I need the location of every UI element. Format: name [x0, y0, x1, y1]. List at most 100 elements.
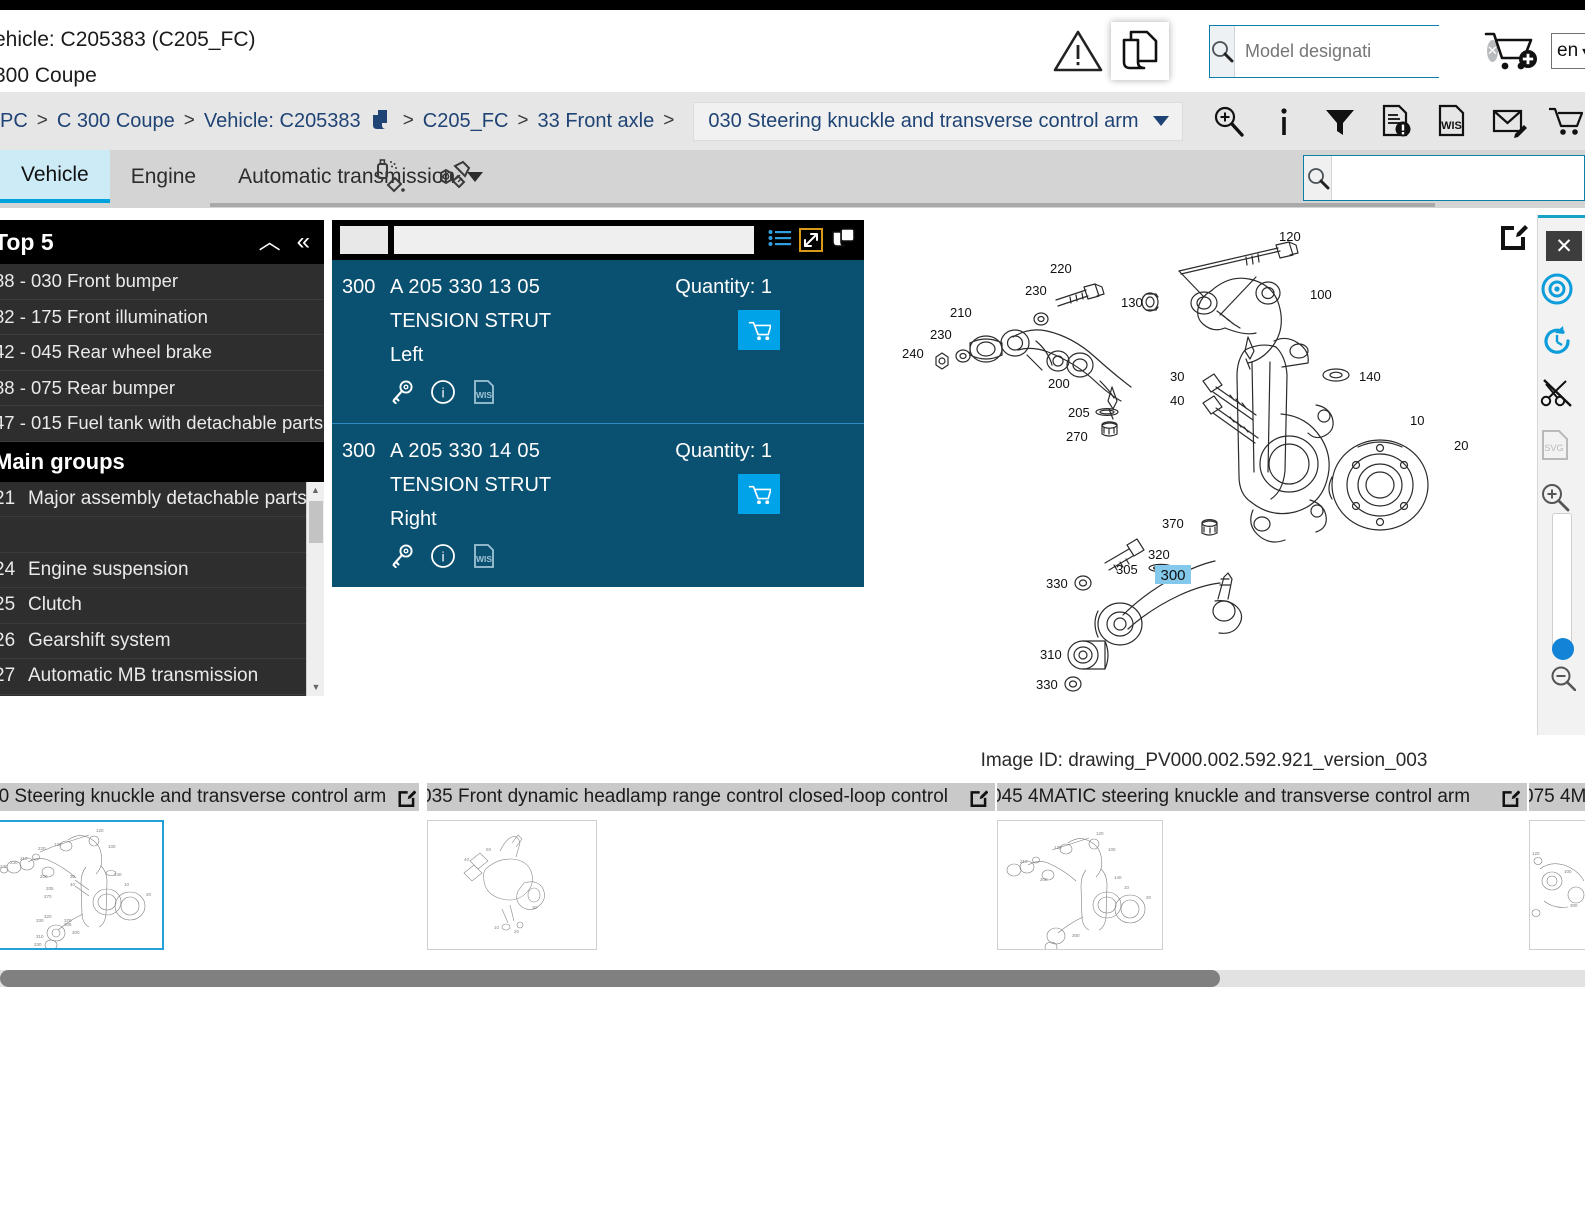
breadcrumb-item-series[interactable]: C205_FC — [423, 110, 509, 133]
warning-triangle-icon[interactable] — [1051, 24, 1105, 78]
target-icon[interactable] — [1538, 263, 1585, 315]
scrollbar-thumb[interactable] — [309, 500, 323, 543]
breadcrumb-item-pc[interactable]: PC — [0, 110, 28, 133]
svg-text:30: 30 — [532, 905, 538, 910]
info-icon[interactable] — [1267, 104, 1301, 138]
breadcrumb-item-model[interactable]: C 300 Coupe — [57, 110, 175, 133]
thumbnail-caption[interactable]: 30 Steering knuckle and transverse contr… — [0, 783, 419, 811]
add-part-to-cart-button[interactable] — [738, 474, 780, 514]
svg-text:120: 120 — [1279, 229, 1301, 244]
main-groups-list: 21 Major assembly detachable parts 24 En… — [0, 481, 324, 696]
tab-engine[interactable]: Engine — [110, 150, 217, 203]
thumbnail-item[interactable]: 045 4MATIC steering knuckle and transver… — [997, 783, 1527, 950]
thumbnail-caption[interactable]: 035 Front dynamic headlamp range control… — [427, 783, 995, 811]
thumbnail-item[interactable]: 30 Steering knuckle and transverse contr… — [0, 783, 419, 950]
thumbnail-caption[interactable]: 045 4MATIC steering knuckle and transver… — [997, 783, 1527, 811]
zoom-out-icon[interactable] — [1550, 665, 1576, 691]
thumbnail-item[interactable]: 035 Front dynamic headlamp range control… — [427, 783, 995, 950]
list-item[interactable]: 88 - 030 Front bumper — [0, 264, 324, 300]
part-details: A 205 330 13 05 TENSION STRUT Left i WIS — [390, 276, 864, 405]
main-groups-scrollbar[interactable]: ▲ ▼ — [306, 481, 324, 696]
application-window: ehicle: C205383 (C205_FC) 300 Coupe Mode… — [0, 0, 1585, 1206]
part-number[interactable]: A 205 330 13 05 — [390, 276, 864, 299]
list-item[interactable]: 25 Clutch — [0, 588, 324, 624]
edit-icon[interactable] — [396, 787, 417, 807]
breadcrumb-item-vehicle[interactable]: Vehicle: C205383 — [204, 110, 361, 133]
model-search-input[interactable] — [1235, 25, 1487, 77]
zoom-slider[interactable] — [1552, 513, 1574, 660]
edit-icon[interactable] — [968, 787, 988, 807]
parts-search-box[interactable] — [1303, 155, 1585, 201]
breadcrumb-item-group[interactable]: 33 Front axle — [538, 110, 655, 133]
thumbnail-image[interactable]: 10 20 30 40 50 — [427, 820, 597, 950]
svg-text:305: 305 — [1116, 562, 1138, 577]
vehicle-copy-icon[interactable] — [370, 108, 394, 134]
exploded-parts-drawing[interactable]: 120 100 130 220 230 210 230 240 200 205 … — [870, 215, 1538, 695]
zoom-search-icon[interactable] — [1211, 104, 1245, 138]
model-search-box[interactable]: ✕ — [1209, 24, 1498, 78]
detach-window-icon[interactable] — [830, 228, 856, 252]
info-circle-icon[interactable]: i — [430, 543, 456, 569]
svg-text:30: 30 — [1170, 369, 1184, 384]
breadcrumb-current-dropdown[interactable]: 030 Steering knuckle and transverse cont… — [693, 101, 1183, 141]
thumbnail-item[interactable]: 075 4M 120 100 300 — [1529, 783, 1585, 950]
key-icon[interactable] — [390, 544, 414, 568]
bolt-nut-icon[interactable] — [432, 159, 472, 195]
edit-icon[interactable] — [1498, 221, 1530, 253]
list-item[interactable]: 21 Major assembly detachable parts — [0, 482, 324, 517]
paint-spray-icon[interactable] — [372, 158, 410, 195]
list-item[interactable]: 27 Automatic MB transmission — [0, 659, 324, 695]
list-item[interactable]: 42 - 045 Rear wheel brake — [0, 335, 324, 371]
parts-drawing-area[interactable]: 120 100 130 220 230 210 230 240 200 205 … — [870, 215, 1538, 735]
wis-document-icon[interactable]: WIS — [1435, 104, 1469, 138]
scroll-down-icon[interactable]: ▼ — [307, 679, 324, 696]
svg-export-icon[interactable]: SVG — [1538, 419, 1585, 471]
wis-icon[interactable]: WIS — [472, 543, 496, 569]
scissors-off-icon[interactable] — [1538, 367, 1585, 419]
document-alert-icon[interactable] — [1379, 104, 1413, 138]
svg-text:230: 230 — [930, 327, 952, 342]
thumbnail-image[interactable]: 120 100 130 220 210 230 240 200 205 270 30 40 14… — [0, 820, 164, 950]
scroll-up-icon[interactable]: ▲ — [307, 482, 324, 499]
add-part-to-cart-button[interactable] — [738, 310, 780, 350]
thumbnail-image[interactable]: 120 100 300 — [1529, 820, 1585, 950]
horizontal-scrollbar[interactable] — [0, 970, 1585, 987]
tab-vehicle[interactable]: Vehicle — [0, 150, 110, 203]
edit-icon[interactable] — [1500, 787, 1520, 807]
svg-text:210: 210 — [1020, 859, 1028, 864]
list-item[interactable]: 47 - 015 Fuel tank with detachable parts — [0, 406, 324, 442]
wis-icon[interactable]: WIS — [472, 379, 496, 405]
rotate-icon[interactable] — [1538, 315, 1585, 367]
list-item[interactable]: 88 - 075 Rear bumper — [0, 371, 324, 406]
filter-icon[interactable] — [1323, 104, 1357, 138]
table-row[interactable]: 300 A 205 330 14 05 TENSION STRUT Right — [332, 424, 864, 587]
list-item[interactable]: 26 Gearshift system — [0, 624, 324, 659]
language-dropdown[interactable]: en ▾ — [1551, 33, 1585, 69]
svg-text:20: 20 — [1146, 895, 1152, 900]
add-to-cart-icon[interactable] — [1483, 23, 1539, 79]
list-item[interactable]: 24 Engine suspension — [0, 553, 324, 588]
scrollbar-thumb[interactable] — [0, 970, 1220, 987]
expand-icon[interactable] — [799, 228, 823, 252]
list-item[interactable]: 82 - 175 Front illumination — [0, 300, 324, 335]
mail-edit-icon[interactable] — [1491, 104, 1527, 138]
close-icon[interactable]: ✕ — [1546, 231, 1582, 261]
svg-text:240: 240 — [902, 346, 924, 361]
thumbnail-image[interactable]: 120 100 130 210 200 140 10 20 300 — [997, 820, 1163, 950]
svg-text:270: 270 — [1066, 429, 1088, 444]
parts-search-input[interactable] — [1332, 156, 1584, 200]
cart-icon[interactable] — [1547, 104, 1583, 138]
table-row[interactable]: 300 A 205 330 13 05 TENSION STRUT Left i… — [332, 260, 864, 424]
zoom-slider-handle[interactable] — [1552, 638, 1574, 660]
list-view-icon[interactable] — [768, 229, 792, 251]
collapse-left-icon[interactable]: « — [297, 230, 310, 254]
chevron-up-icon[interactable]: ︿ — [259, 231, 281, 253]
key-icon[interactable] — [390, 380, 414, 404]
breadcrumb-separator: > — [183, 110, 195, 131]
info-circle-icon[interactable]: i — [430, 379, 456, 405]
thumbnail-caption[interactable]: 075 4M — [1529, 783, 1585, 811]
part-number[interactable]: A 205 330 14 05 — [390, 440, 864, 463]
svg-text:10: 10 — [1410, 413, 1424, 428]
top5-item-label: 47 - 015 Fuel tank with detachable parts — [0, 412, 324, 434]
copy-documents-icon[interactable] — [1111, 22, 1169, 80]
